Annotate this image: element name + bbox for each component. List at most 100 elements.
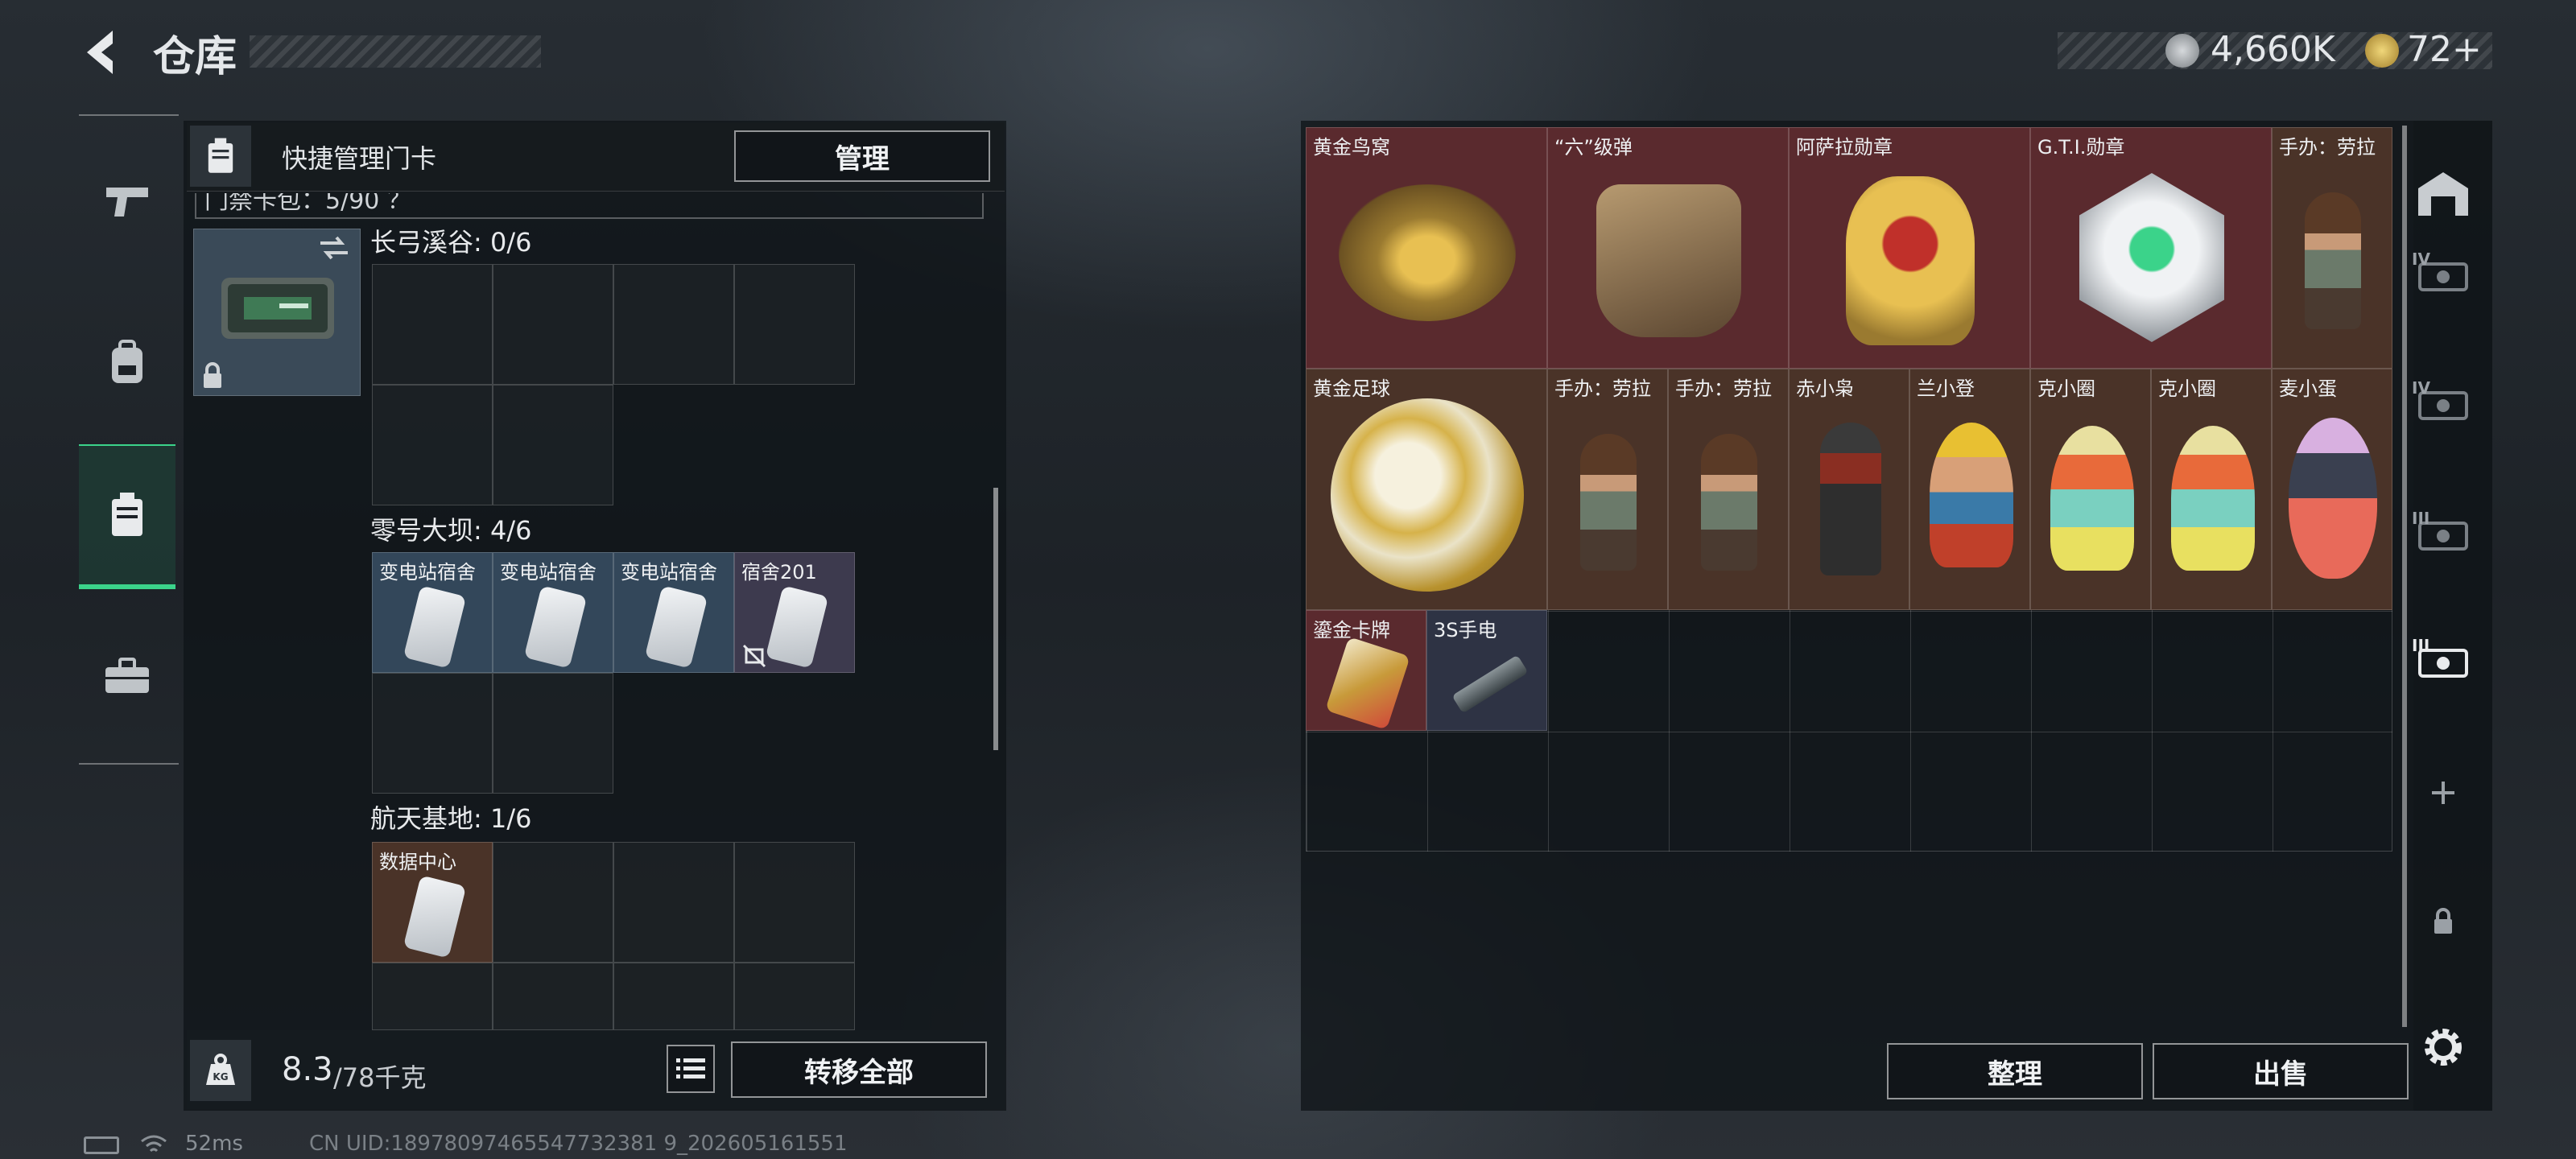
silver-amount: 4,660K bbox=[2211, 29, 2335, 70]
keycard-image bbox=[765, 585, 829, 669]
keycard-label: 宿舍201 bbox=[741, 561, 817, 584]
item-gti-medal[interactable]: G.T.I.勋章 bbox=[2030, 127, 2272, 369]
settings-button[interactable] bbox=[2399, 1011, 2487, 1083]
section-title-zero-dam: 零号大坝: 4/6 bbox=[370, 515, 532, 546]
bullet-hand-image bbox=[1596, 184, 1741, 337]
item-label: 手办：劳拉 bbox=[1554, 377, 1651, 400]
keycard-slot[interactable]: 变电站宿舍 bbox=[372, 552, 493, 673]
item-golden-nest[interactable]: 黄金鸟窝 bbox=[1306, 127, 1547, 369]
keycard-case-capacity: 门禁卡包：5/90 ？ bbox=[195, 193, 984, 219]
sort-button[interactable]: 整理 bbox=[1887, 1043, 2143, 1099]
keycard-slot[interactable]: 宿舍201 bbox=[734, 552, 855, 673]
card-slot[interactable] bbox=[613, 842, 734, 963]
figure-image bbox=[1820, 423, 1881, 575]
item-label: 鎏金卡牌 bbox=[1313, 619, 1390, 641]
asala-medal-image bbox=[1846, 176, 1975, 345]
tab-safebox-iv[interactable]: IV bbox=[2399, 238, 2487, 311]
card-slot[interactable] bbox=[372, 385, 493, 505]
section-title-space-base: 航天基地: 1/6 bbox=[370, 803, 532, 834]
flashlight-image bbox=[1451, 654, 1529, 714]
item-asala-medal[interactable]: 阿萨拉勋章 bbox=[1789, 127, 2030, 369]
sell-button[interactable]: 出售 bbox=[2153, 1043, 2409, 1099]
card-slot[interactable] bbox=[493, 385, 613, 505]
weight-icon: KG bbox=[206, 1054, 235, 1085]
quick-manage-title: 快捷管理门卡 bbox=[282, 143, 437, 174]
card-slot[interactable] bbox=[372, 673, 493, 794]
tab-weapons[interactable] bbox=[79, 153, 175, 250]
gti-medal-image bbox=[2079, 173, 2224, 342]
weight-icon-box: KG bbox=[190, 1040, 251, 1101]
card-slot[interactable] bbox=[613, 264, 734, 385]
card-slot[interactable] bbox=[372, 264, 493, 385]
figure-image bbox=[1580, 434, 1637, 571]
item-golden-football[interactable]: 黄金足球 bbox=[1306, 369, 1547, 610]
keycard-slot[interactable]: 变电站宿舍 bbox=[613, 552, 734, 673]
keycard-image bbox=[402, 585, 467, 669]
tier-label: IV bbox=[2412, 378, 2430, 398]
card-slot[interactable] bbox=[734, 264, 855, 385]
card-slot[interactable] bbox=[613, 963, 734, 1030]
back-button[interactable] bbox=[77, 24, 126, 80]
item-3s-flashlight[interactable]: 3S手电 bbox=[1426, 610, 1547, 731]
item-chi-xiao-xiao[interactable]: 赤小枭 bbox=[1789, 369, 1909, 610]
keycard-image bbox=[402, 875, 467, 959]
silver-coin-icon bbox=[2165, 34, 2199, 68]
figure-image bbox=[1930, 423, 2013, 567]
locked-tab bbox=[2399, 885, 2487, 958]
item-label: 手办：劳拉 bbox=[2279, 136, 2376, 159]
keycard-case-icon bbox=[208, 138, 233, 173]
swap-icon[interactable] bbox=[317, 233, 351, 262]
tier-label: III bbox=[2412, 509, 2430, 528]
item-label: 克小圈 bbox=[2158, 377, 2216, 400]
item-figure-lara[interactable]: 手办：劳拉 bbox=[2272, 127, 2392, 369]
tier-label: III bbox=[2412, 636, 2430, 655]
tab-keycards[interactable] bbox=[79, 444, 175, 589]
card-slot[interactable] bbox=[493, 673, 613, 794]
card-slot[interactable] bbox=[493, 842, 613, 963]
keycard-slot[interactable]: 数据中心 bbox=[372, 842, 493, 963]
figure-image bbox=[2305, 192, 2361, 329]
weight-value: 8.3 bbox=[282, 1051, 333, 1088]
tab-safebox-iii[interactable]: III bbox=[2399, 497, 2487, 570]
item-figure-lara[interactable]: 手办：劳拉 bbox=[1547, 369, 1668, 610]
item-ke-xiao-quan[interactable]: 克小圈 bbox=[2151, 369, 2272, 610]
item-gilded-card[interactable]: 鎏金卡牌 bbox=[1306, 610, 1426, 731]
list-icon bbox=[676, 1058, 705, 1079]
card-slot[interactable] bbox=[734, 842, 855, 963]
item-mai-xiao-dan[interactable]: 麦小蛋 bbox=[2272, 369, 2392, 610]
item-lan-xiao-deng[interactable]: 兰小登 bbox=[1909, 369, 2030, 610]
toolbox-icon bbox=[105, 658, 149, 693]
pistol-icon bbox=[106, 188, 148, 217]
card-slot[interactable] bbox=[493, 264, 613, 385]
lock-icon bbox=[2434, 908, 2452, 934]
transfer-all-button[interactable]: 转移全部 bbox=[731, 1041, 987, 1098]
item-label: 兰小登 bbox=[1917, 377, 1975, 400]
backpack-icon bbox=[112, 340, 142, 383]
tab-warehouse[interactable] bbox=[2399, 158, 2487, 230]
card-slot[interactable] bbox=[372, 963, 493, 1030]
keycard-slot[interactable]: 变电站宿舍 bbox=[493, 552, 613, 673]
tab-safebox-iii[interactable]: III bbox=[2399, 625, 2487, 697]
tab-safebox-iv[interactable]: IV bbox=[2399, 367, 2487, 439]
manage-button[interactable]: 管理 bbox=[734, 130, 990, 182]
gold-coin-icon bbox=[2365, 34, 2399, 68]
item-label: “六”级弹 bbox=[1554, 136, 1633, 159]
item-label: 阿萨拉勋章 bbox=[1796, 136, 1893, 159]
card-slot[interactable] bbox=[493, 963, 613, 1030]
item-six-grade-bullet[interactable]: “六”级弹 bbox=[1547, 127, 1789, 369]
card-slot[interactable] bbox=[734, 963, 855, 1030]
item-ke-xiao-quan[interactable]: 克小圈 bbox=[2030, 369, 2151, 610]
tab-equipment[interactable] bbox=[79, 314, 175, 410]
item-figure-lara[interactable]: 手办：劳拉 bbox=[1668, 369, 1789, 610]
tab-toolbox[interactable] bbox=[79, 628, 175, 724]
item-label: 黄金足球 bbox=[1313, 377, 1390, 400]
golden-football-image bbox=[1331, 398, 1524, 592]
item-label: 赤小枭 bbox=[1796, 377, 1854, 400]
scrollbar-left[interactable] bbox=[993, 488, 998, 750]
add-tab-button[interactable] bbox=[2399, 757, 2487, 829]
figure-image bbox=[2289, 418, 2377, 579]
list-view-button[interactable] bbox=[667, 1045, 715, 1093]
item-label: 麦小蛋 bbox=[2279, 377, 2337, 400]
item-label: 3S手电 bbox=[1434, 619, 1497, 641]
wifi-icon bbox=[140, 1133, 167, 1156]
